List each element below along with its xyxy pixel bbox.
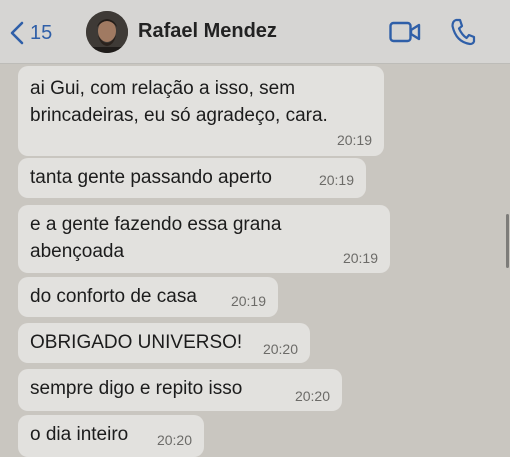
chevron-left-icon [10, 21, 24, 45]
message-time: 20:19 [318, 172, 354, 188]
message-bubble[interactable]: tanta gente passando aperto 20:19 [18, 158, 366, 198]
message-text: tanta gente passando aperto [30, 167, 272, 188]
message-bubble[interactable]: o dia inteiro 20:20 [18, 415, 204, 457]
message-time: 20:19 [342, 250, 378, 266]
chat-header: 15 Rafael Mendez [0, 0, 510, 64]
message-time: 20:20 [156, 432, 192, 448]
message-text: do conforto de casa [30, 286, 197, 307]
unread-count: 15 [30, 21, 53, 44]
message-time: 20:20 [294, 388, 330, 404]
scrollbar[interactable] [506, 214, 509, 268]
message-text: e a gente fazendo essa grana abençoada [30, 214, 282, 262]
video-camera-icon[interactable] [389, 21, 421, 48]
message-text: sempre digo e repito isso [30, 378, 243, 399]
message-list[interactable]: ai Gui, com relação a isso, sem brincade… [0, 64, 510, 457]
contact-name[interactable]: Rafael Mendez [138, 20, 277, 43]
phone-icon[interactable] [450, 18, 476, 51]
message-time: 20:19 [336, 132, 372, 148]
message-bubble[interactable]: e a gente fazendo essa grana abençoada 2… [18, 205, 390, 273]
message-time: 20:20 [262, 341, 298, 357]
message-bubble[interactable]: do conforto de casa 20:19 [18, 277, 278, 317]
message-bubble[interactable]: sempre digo e repito isso 20:20 [18, 369, 342, 411]
message-bubble[interactable]: ai Gui, com relação a isso, sem brincade… [18, 66, 384, 156]
back-button[interactable]: 15 [10, 18, 52, 48]
message-time: 20:19 [230, 293, 266, 309]
message-bubble[interactable]: OBRIGADO UNIVERSO! 20:20 [18, 323, 310, 363]
message-text: OBRIGADO UNIVERSO! [30, 332, 243, 353]
message-text: ai Gui, com relação a isso, sem brincade… [30, 78, 328, 126]
avatar[interactable] [86, 11, 128, 53]
message-text: o dia inteiro [30, 424, 129, 445]
